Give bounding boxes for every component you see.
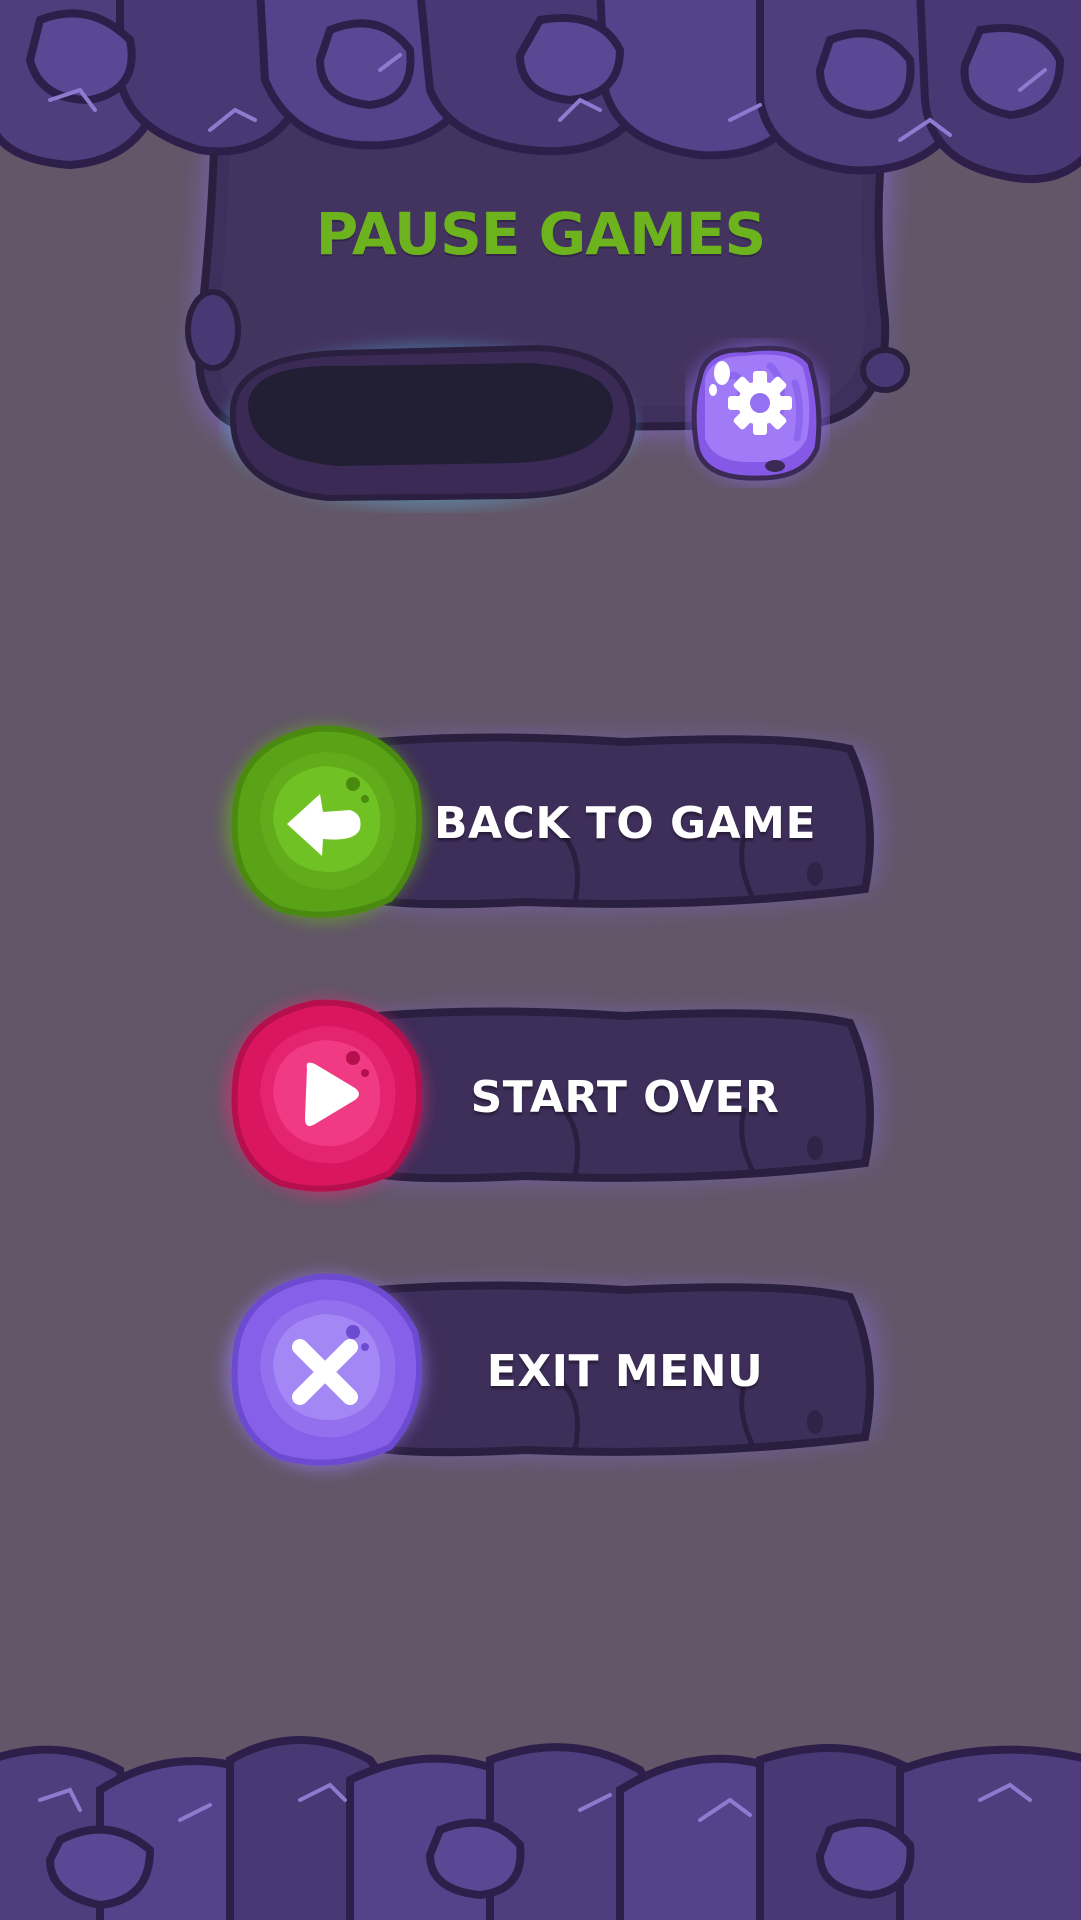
settings-button[interactable] [682,338,832,488]
start-over-label: START OVER [470,1072,780,1123]
start-over-button[interactable]: START OVER [225,998,885,1198]
top-rocks [0,0,1081,184]
background-scene [0,0,1081,1920]
back-to-game-label: BACK TO GAME [433,798,817,849]
gear-icon [728,371,792,435]
settings-button-shape [682,341,832,485]
back-to-game-button[interactable]: BACK TO GAME [225,724,885,924]
exit-menu-label: EXIT MENU [486,1346,764,1397]
bottom-rocks [0,1736,1081,1920]
exit-menu-button[interactable]: EXIT MENU [225,1272,885,1472]
page-title: PAUSE GAMES [315,200,767,268]
progress-slot [225,344,637,508]
